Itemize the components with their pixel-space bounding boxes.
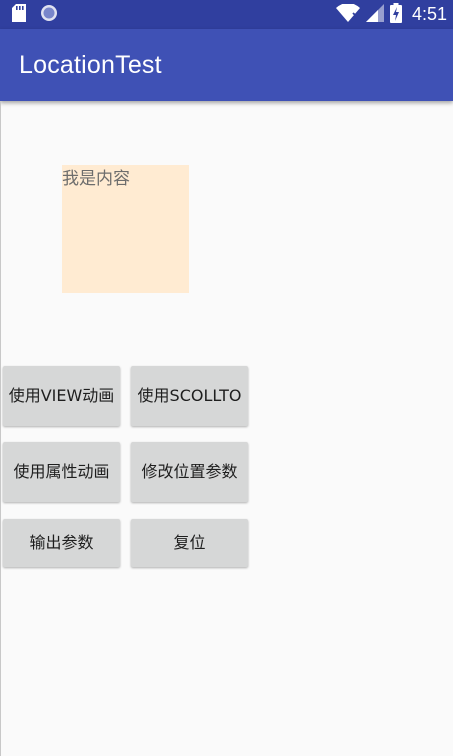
reset-label: 复位 [173,533,206,552]
reset-button[interactable]: 复位 [131,519,248,567]
use-view-animation-label: 使用VIEW动画 [8,386,115,405]
battery-charging-icon [389,2,402,27]
content-text: 我是内容 [62,169,130,189]
content-box: 我是内容 [62,165,189,293]
use-property-animation-button[interactable]: 使用属性动画 [3,442,120,502]
app-bar: LocationTest [0,29,453,101]
output-params-label: 输出参数 [29,533,94,552]
status-bar-right: 4:51 [335,2,447,27]
status-time: 4:51 [411,4,447,24]
sync-circle-icon [40,4,58,26]
use-view-animation-button[interactable]: 使用VIEW动画 [3,366,120,426]
signal-icon [365,3,384,26]
sd-card-icon [12,3,26,26]
use-scrollto-button[interactable]: 使用SCOLLTO [131,366,248,426]
modify-position-params-button[interactable]: 修改位置参数 [131,442,248,502]
wifi-icon [335,2,360,26]
use-scrollto-label: 使用SCOLLTO [137,386,242,405]
output-params-button[interactable]: 输出参数 [3,519,120,567]
app-title: LocationTest [19,51,162,79]
status-bar: 4:51 [0,0,453,29]
left-divider [0,101,1,756]
use-property-animation-label: 使用属性动画 [13,462,110,481]
modify-position-params-label: 修改位置参数 [141,462,238,481]
status-bar-left [12,3,58,26]
